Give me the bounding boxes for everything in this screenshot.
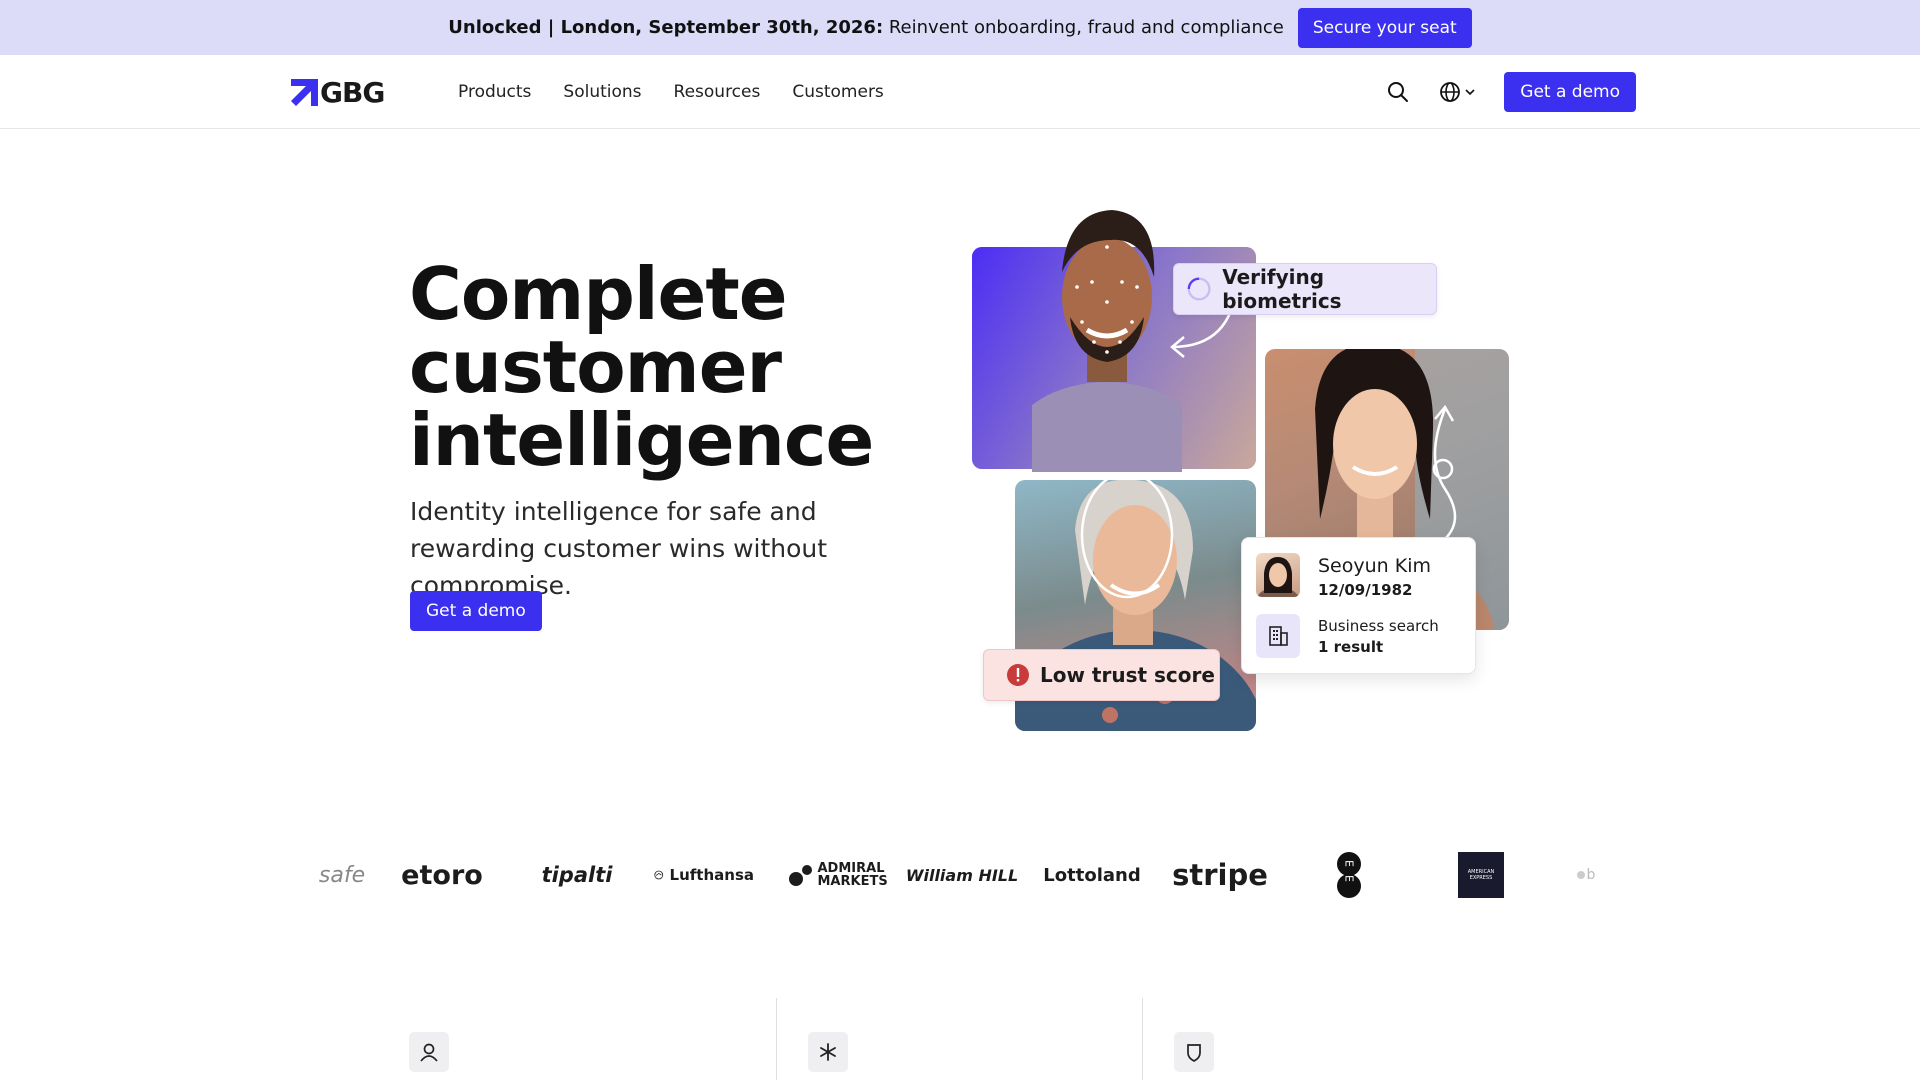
announcement-text: Unlocked | London, September 30th, 2026:… xyxy=(448,17,1284,38)
logo-william-hill: William HILL xyxy=(905,865,1019,885)
logo-stripe: stripe xyxy=(1172,858,1268,892)
shield-icon xyxy=(1174,1032,1214,1072)
loading-spinner-icon xyxy=(1187,277,1211,301)
building-icon xyxy=(1256,614,1300,658)
avatar xyxy=(1256,553,1300,597)
logo-amex-text: AMERICAN EXPRESS xyxy=(1467,869,1495,881)
hero-title-line-3: intelligence xyxy=(409,398,874,482)
logo-lottoland: Lottoland xyxy=(1043,864,1141,886)
hero-title: Complete customer intelligence xyxy=(409,258,929,477)
asterisk-icon xyxy=(808,1032,848,1072)
logo-partial-text: b xyxy=(1586,867,1596,883)
logo-etoro: etoro xyxy=(401,859,483,891)
logo-safe: safe xyxy=(318,862,366,888)
nav-links: Products Solutions Resources Customers xyxy=(458,55,916,129)
customer-logos: safe etoro tipalti Lufthansa ADMIRAL MAR… xyxy=(312,850,1602,900)
verifying-biometrics-badge: Verifying biometrics xyxy=(1173,263,1437,315)
nav-get-demo-button[interactable]: Get a demo xyxy=(1504,72,1636,112)
verifying-biometrics-label: Verifying biometrics xyxy=(1222,265,1342,313)
nav-link-resources[interactable]: Resources xyxy=(674,82,761,102)
announcement-bold-text: Unlocked | London, September 30th, 2026: xyxy=(448,17,884,38)
admiral-dots-icon xyxy=(788,865,812,886)
language-selector[interactable] xyxy=(1439,81,1476,103)
logo-admiral-markets: ADMIRAL MARKETS xyxy=(785,850,888,900)
logo-lufthansa-text: Lufthansa xyxy=(669,866,754,884)
logo-text: GBG xyxy=(320,75,385,109)
hero-subtitle: Identity intelligence for safe and rewar… xyxy=(410,497,828,600)
gbg-arrow-logo-icon xyxy=(291,78,318,106)
hero-title-line-1: Complete xyxy=(409,252,788,336)
lufthansa-crane-icon xyxy=(654,870,664,880)
nav-link-products[interactable]: Products xyxy=(458,82,531,102)
secure-seat-button[interactable]: Secure your seat xyxy=(1297,7,1472,48)
profile-dob: 12/09/1982 xyxy=(1318,581,1413,599)
feature-divider xyxy=(776,998,777,1080)
nav-link-solutions[interactable]: Solutions xyxy=(563,82,641,102)
globe-icon xyxy=(1440,82,1461,102)
main-nav: GBG Products Solutions Resources Custome… xyxy=(0,55,1920,129)
feature-divider xyxy=(1142,998,1143,1080)
logo-american-express: AMERICAN EXPRESS xyxy=(1458,850,1504,900)
alert-icon xyxy=(1007,664,1029,686)
logo-ee: EE xyxy=(1334,850,1364,900)
announcement-detail-text: Reinvent onboarding, fraud and complianc… xyxy=(883,17,1284,38)
logo-admiral-markets-text: ADMIRAL MARKETS xyxy=(817,861,888,889)
business-search-result: 1 result xyxy=(1318,638,1384,656)
search-icon[interactable] xyxy=(1387,81,1409,103)
identity-profile-card: Seoyun Kim 12/09/1982 Business search 1 … xyxy=(1241,537,1476,674)
gbg-logo[interactable]: GBG xyxy=(291,75,385,109)
logo-partial: b xyxy=(1570,850,1602,900)
user-icon xyxy=(409,1032,449,1072)
low-trust-score-label: Low trust score xyxy=(1040,663,1215,687)
nav-link-customers[interactable]: Customers xyxy=(792,82,883,102)
nav-actions: Get a demo xyxy=(1387,55,1636,129)
logo-lufthansa: Lufthansa xyxy=(654,850,754,900)
low-trust-score-badge: Low trust score xyxy=(983,649,1220,701)
hero-get-demo-button[interactable]: Get a demo xyxy=(410,591,542,631)
announcement-bar: Unlocked | London, September 30th, 2026:… xyxy=(0,0,1920,55)
profile-name: Seoyun Kim xyxy=(1318,555,1431,577)
business-search-label: Business search xyxy=(1318,617,1439,635)
chevron-down-icon xyxy=(1465,89,1475,96)
logo-ee-text: EE xyxy=(1342,860,1356,890)
logo-tipalti: tipalti xyxy=(541,863,613,887)
hero-title-line-2: customer xyxy=(409,325,782,409)
